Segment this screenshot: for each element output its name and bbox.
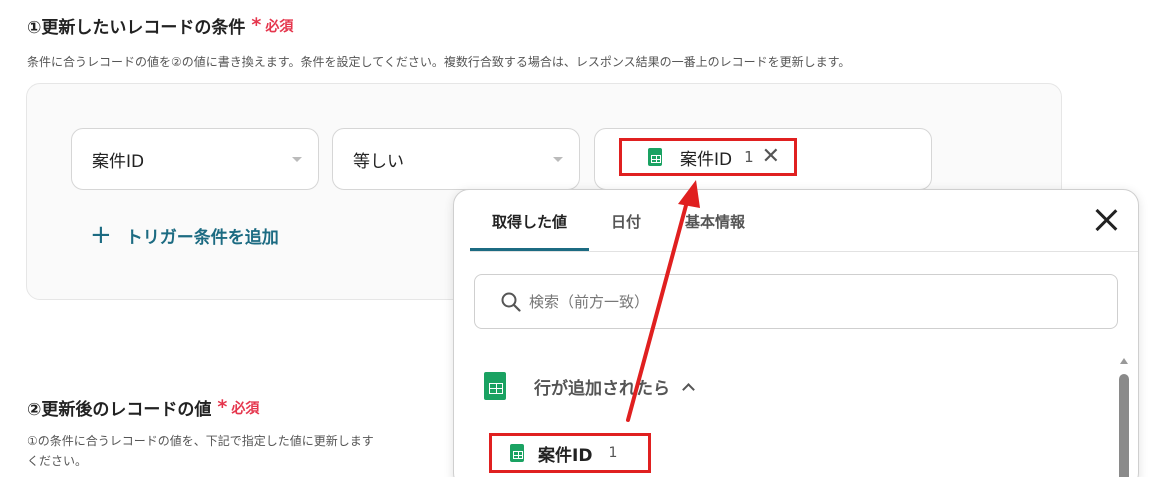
operator-select-value: 等しい <box>353 151 404 172</box>
chevron-down-icon <box>553 157 563 162</box>
chevron-up-icon <box>682 382 695 396</box>
search-input[interactable] <box>529 292 1089 311</box>
section1-title: ①更新したいレコードの条件 * 必須 <box>27 13 294 39</box>
value-chip[interactable]: 案件ID 1 ✕ <box>619 138 797 176</box>
tab-obtained-values[interactable]: 取得した値 <box>470 190 590 252</box>
group-header-row-added[interactable]: 行が追加されたら <box>484 372 695 400</box>
section2-description-line2: ください。 <box>27 454 88 468</box>
value-picker-popup: 取得した値 日付 基本情報 行が追加されたら 案件ID 1 <box>453 189 1139 477</box>
search-box[interactable] <box>474 274 1118 329</box>
add-trigger-condition-button[interactable]: + トリガー条件を追加 <box>90 222 279 248</box>
list-item-case-id[interactable]: 案件ID 1 <box>489 433 651 473</box>
scroll-up-icon[interactable] <box>1120 358 1128 364</box>
google-sheets-icon <box>510 444 524 462</box>
item-num: 1 <box>608 445 618 461</box>
add-trigger-label: トリガー条件を追加 <box>125 227 279 248</box>
required-star: * <box>217 396 228 418</box>
chevron-down-icon <box>292 157 302 162</box>
required-star: * <box>251 14 262 36</box>
plus-icon: + <box>90 220 112 250</box>
scrollbar-thumb[interactable] <box>1119 374 1129 477</box>
required-label: 必須 <box>265 18 294 35</box>
field-select-value: 案件ID <box>92 151 145 172</box>
field-select[interactable]: 案件ID <box>71 128 319 190</box>
chip-num: 1 <box>744 148 754 166</box>
section2-title-text: ②更新後のレコードの値 <box>27 400 212 420</box>
tab-date[interactable]: 日付 <box>589 190 663 252</box>
item-label: 案件ID <box>538 445 593 466</box>
operator-select[interactable]: 等しい <box>332 128 580 190</box>
section2-title: ②更新後のレコードの値 * 必須 <box>27 395 260 421</box>
section2-description-line1: ①の条件に合うレコードの値を、下記で指定した値に更新します <box>27 434 374 448</box>
google-sheets-icon <box>648 148 662 166</box>
section1-description: 条件に合うレコードの値を②の値に書き換えます。条件を設定してください。複数行合致… <box>27 55 851 69</box>
popup-tabs: 取得した値 日付 基本情報 <box>470 190 767 252</box>
search-icon <box>501 292 521 312</box>
tab-basic-info[interactable]: 基本情報 <box>663 190 767 252</box>
chip-label: 案件ID <box>680 149 733 170</box>
tab-divider <box>470 251 1138 252</box>
group-label: 行が追加されたら <box>534 378 670 399</box>
close-icon[interactable] <box>1094 208 1118 232</box>
required-label: 必須 <box>231 400 260 417</box>
section1-title-text: ①更新したいレコードの条件 <box>27 18 246 38</box>
close-icon[interactable]: ✕ <box>762 146 780 168</box>
google-sheets-icon <box>484 372 506 400</box>
